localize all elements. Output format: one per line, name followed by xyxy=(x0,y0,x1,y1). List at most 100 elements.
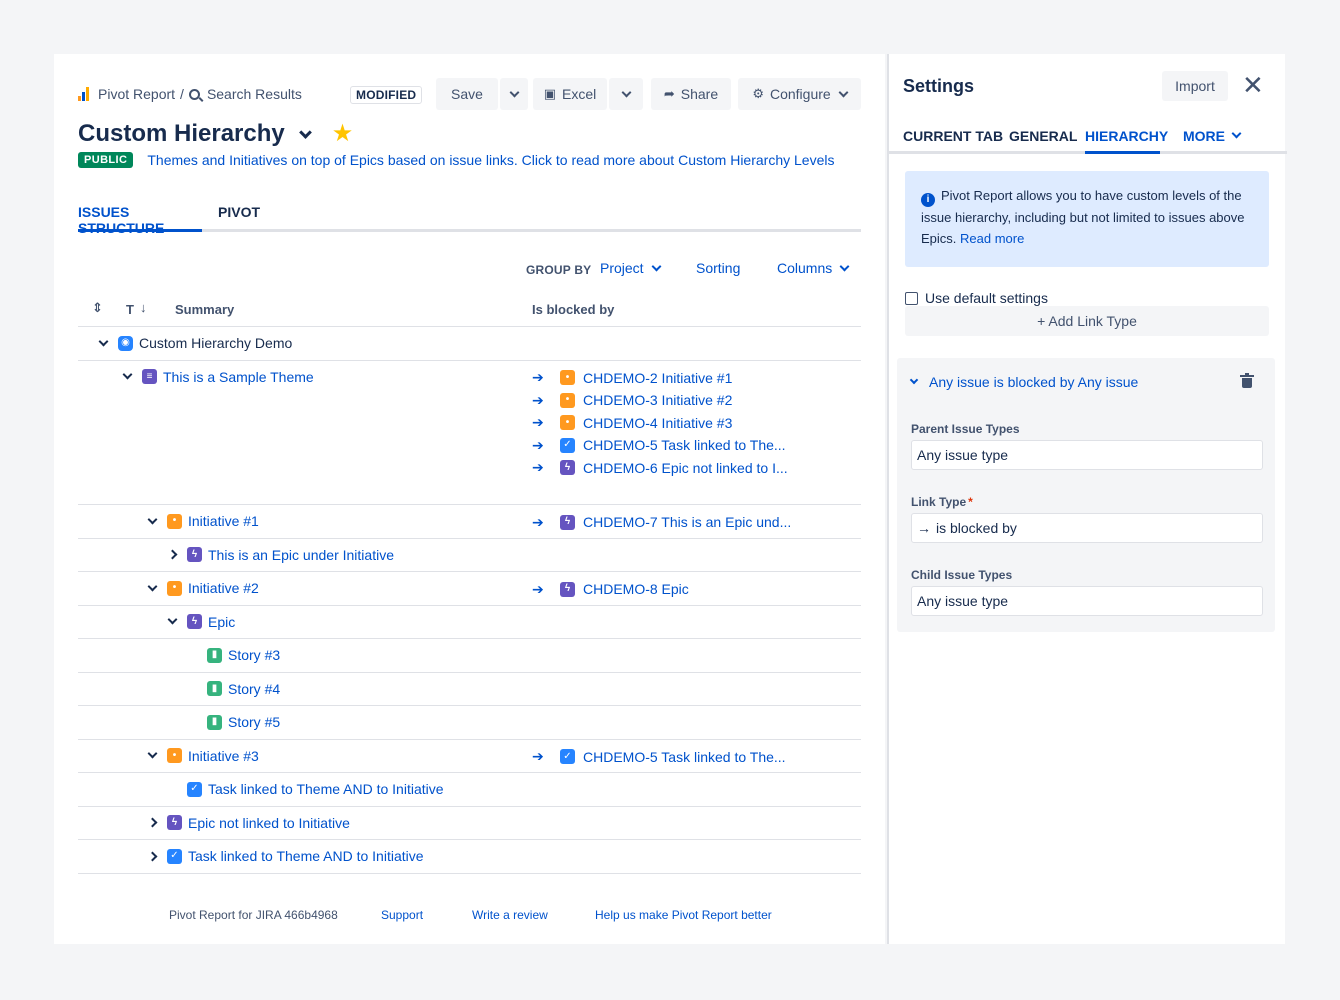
blocked-by-item[interactable]: ➔ ✓ CHDEMO-5 Task linked to The... xyxy=(532,746,786,769)
footer-review-link[interactable]: Write a review xyxy=(472,908,548,922)
arrow-right-icon: ➔ xyxy=(532,436,544,453)
star-icon[interactable]: ★ xyxy=(332,122,354,146)
table-row[interactable]: • Initiative #2 ➔ ϟ CHDEMO-8 Epic xyxy=(78,572,861,606)
blocked-by-link[interactable]: CHDEMO-6 Epic not linked to I... xyxy=(583,460,788,476)
story-icon: ▮ xyxy=(207,647,222,663)
issue-summary-link[interactable]: Task linked to Theme AND to Initiative xyxy=(188,848,424,864)
issue-summary-link[interactable]: Story #5 xyxy=(228,714,280,730)
issue-summary-link[interactable]: Epic not linked to Initiative xyxy=(188,815,350,831)
blocked-by-item[interactable]: ➔ ✓ CHDEMO-5 Task linked to The... xyxy=(532,434,788,457)
blocked-by-link[interactable]: CHDEMO-3 Initiative #2 xyxy=(583,392,732,408)
issue-summary-link[interactable]: This is a Sample Theme xyxy=(163,369,314,385)
footer-feedback-link[interactable]: Help us make Pivot Report better xyxy=(595,908,772,922)
trash-icon[interactable] xyxy=(1240,373,1254,388)
row-toggle[interactable] xyxy=(163,547,181,563)
save-dropdown-button[interactable] xyxy=(500,78,528,110)
footer-support-link[interactable]: Support xyxy=(381,908,423,922)
issue-summary-link[interactable]: Initiative #1 xyxy=(188,513,259,529)
row-toggle[interactable] xyxy=(163,614,181,630)
sorting-link[interactable]: Sorting xyxy=(696,260,740,276)
row-toggle[interactable] xyxy=(143,580,161,596)
column-is-blocked-by[interactable]: Is blocked by xyxy=(532,302,614,317)
row-toggle[interactable] xyxy=(143,815,161,831)
issue-summary-link[interactable]: Task linked to Theme AND to Initiative xyxy=(208,781,444,797)
excel-dropdown-button[interactable] xyxy=(609,78,643,110)
sort-down-arrow-icon[interactable]: ↓ xyxy=(140,300,147,315)
parent-issue-types-select[interactable]: Any issue type xyxy=(911,440,1263,470)
blocked-by-link[interactable]: CHDEMO-8 Epic xyxy=(583,581,689,597)
table-row[interactable]: ▮ Story #3 xyxy=(78,639,861,673)
summary-cell: ϟ Epic not linked to Initiative xyxy=(143,815,350,831)
chevron-down-icon[interactable] xyxy=(298,125,312,139)
issue-summary-link[interactable]: Custom Hierarchy Demo xyxy=(139,335,292,351)
save-button[interactable]: Save xyxy=(436,78,498,110)
row-toggle[interactable] xyxy=(143,848,161,864)
use-default-settings-row[interactable]: Use default settings xyxy=(905,290,1048,306)
blocked-by-link[interactable]: CHDEMO-5 Task linked to The... xyxy=(583,749,786,765)
blocked-by-item[interactable]: ➔ • CHDEMO-4 Initiative #3 xyxy=(532,412,788,435)
table-row[interactable]: ▮ Story #5 xyxy=(78,706,861,740)
table-row[interactable]: ▮ Story #4 xyxy=(78,673,861,706)
blocked-by-item[interactable]: ➔ • CHDEMO-2 Initiative #1 xyxy=(532,367,788,390)
report-description-link[interactable]: Themes and Initiatives on top of Epics b… xyxy=(147,152,834,168)
breadcrumb: Pivot Report / Search Results xyxy=(78,86,302,102)
issue-summary-link[interactable]: Story #3 xyxy=(228,647,280,663)
close-icon[interactable]: ✕ xyxy=(1242,72,1264,98)
blocked-by-item[interactable]: ➔ ϟ CHDEMO-8 Epic xyxy=(532,578,689,601)
tab-hierarchy[interactable]: HIERARCHY xyxy=(1085,128,1168,154)
blocked-by-link[interactable]: CHDEMO-5 Task linked to The... xyxy=(583,437,786,453)
table-row[interactable]: • Initiative #3 ➔ ✓ CHDEMO-5 Task linked to … xyxy=(78,740,861,773)
issue-summary-link[interactable]: Initiative #2 xyxy=(188,580,259,596)
breadcrumb-root[interactable]: Pivot Report xyxy=(98,86,175,102)
row-toggle[interactable] xyxy=(94,335,112,351)
issue-summary-link[interactable]: Story #4 xyxy=(228,681,280,697)
add-link-type-button[interactable]: + Add Link Type xyxy=(905,306,1269,336)
table-row[interactable]: ϟ Epic not linked to Initiative xyxy=(78,807,861,840)
blocked-by-link[interactable]: CHDEMO-2 Initiative #1 xyxy=(583,370,732,386)
blocked-by-item[interactable]: ➔ ϟ CHDEMO-7 This is an Epic und... xyxy=(532,511,791,534)
blocked-by-link[interactable]: CHDEMO-4 Initiative #3 xyxy=(583,415,732,431)
summary-cell: • Initiative #1 xyxy=(143,513,259,529)
tab-more[interactable]: MORE xyxy=(1183,128,1242,154)
share-button[interactable]: ➦ Share xyxy=(651,78,731,110)
import-button[interactable]: Import xyxy=(1162,71,1228,101)
table-row[interactable]: ϟ Epic xyxy=(78,606,861,639)
columns-dropdown[interactable]: Columns xyxy=(777,260,850,276)
summary-cell: ϟ This is an Epic under Initiative xyxy=(163,547,394,563)
column-type[interactable]: T xyxy=(126,302,134,317)
chevron-down-icon xyxy=(98,336,108,346)
row-toggle[interactable] xyxy=(143,748,161,764)
table-row[interactable]: ✓ Task linked to Theme AND to Initiative xyxy=(78,773,861,807)
group-by-dropdown[interactable]: Project xyxy=(600,260,662,276)
table-row[interactable]: ≡ This is a Sample Theme ➔ • CHDEMO-2 Initia… xyxy=(78,361,861,505)
table-row[interactable]: ϟ This is an Epic under Initiative xyxy=(78,539,861,572)
tab-current-tab[interactable]: CURRENT TAB xyxy=(903,128,1003,154)
row-toggle[interactable] xyxy=(118,369,136,385)
read-more-link[interactable]: Read more xyxy=(960,231,1024,246)
column-summary[interactable]: Summary xyxy=(175,302,234,317)
link-type-select[interactable]: → is blocked by xyxy=(911,513,1263,543)
epic-icon: ϟ xyxy=(167,815,182,830)
row-toggle[interactable] xyxy=(143,513,161,529)
configure-button[interactable]: ⚙ Configure xyxy=(738,78,861,110)
issue-summary-link[interactable]: Epic xyxy=(208,614,235,630)
blocked-by-item[interactable]: ➔ • CHDEMO-3 Initiative #2 xyxy=(532,389,788,412)
issue-summary-link[interactable]: Initiative #3 xyxy=(188,748,259,764)
table-row[interactable]: • Initiative #1 ➔ ϟ CHDEMO-7 This is an Epic… xyxy=(78,505,861,539)
table-row[interactable]: ◉ Custom Hierarchy Demo xyxy=(78,327,861,361)
tab-general[interactable]: GENERAL xyxy=(1009,128,1077,154)
blocked-by-link[interactable]: CHDEMO-7 This is an Epic und... xyxy=(583,514,791,530)
breadcrumb-current[interactable]: Search Results xyxy=(207,86,302,102)
chevron-down-icon xyxy=(651,261,662,271)
use-default-checkbox[interactable] xyxy=(905,291,918,305)
tab-issues-structure[interactable]: ISSUES STRUCTURE xyxy=(78,204,202,236)
issue-summary-link[interactable]: This is an Epic under Initiative xyxy=(208,547,394,563)
tab-pivot[interactable]: PIVOT xyxy=(218,204,260,232)
table-row[interactable]: ✓ Task linked to Theme AND to Initiative xyxy=(78,840,861,874)
blocked-by-cell: ➔ • CHDEMO-2 Initiative #1 ➔ • CHDEMO-3 Initi… xyxy=(532,367,788,480)
excel-button[interactable]: ▣ Excel xyxy=(533,78,607,110)
child-issue-types-select[interactable]: Any issue type xyxy=(911,586,1263,616)
expand-collapse-all-icon[interactable]: ⇕ xyxy=(92,300,103,316)
link-rule-header[interactable]: Any issue is blocked by Any issue xyxy=(909,374,1138,390)
blocked-by-item[interactable]: ➔ ϟ CHDEMO-6 Epic not linked to I... xyxy=(532,457,788,480)
